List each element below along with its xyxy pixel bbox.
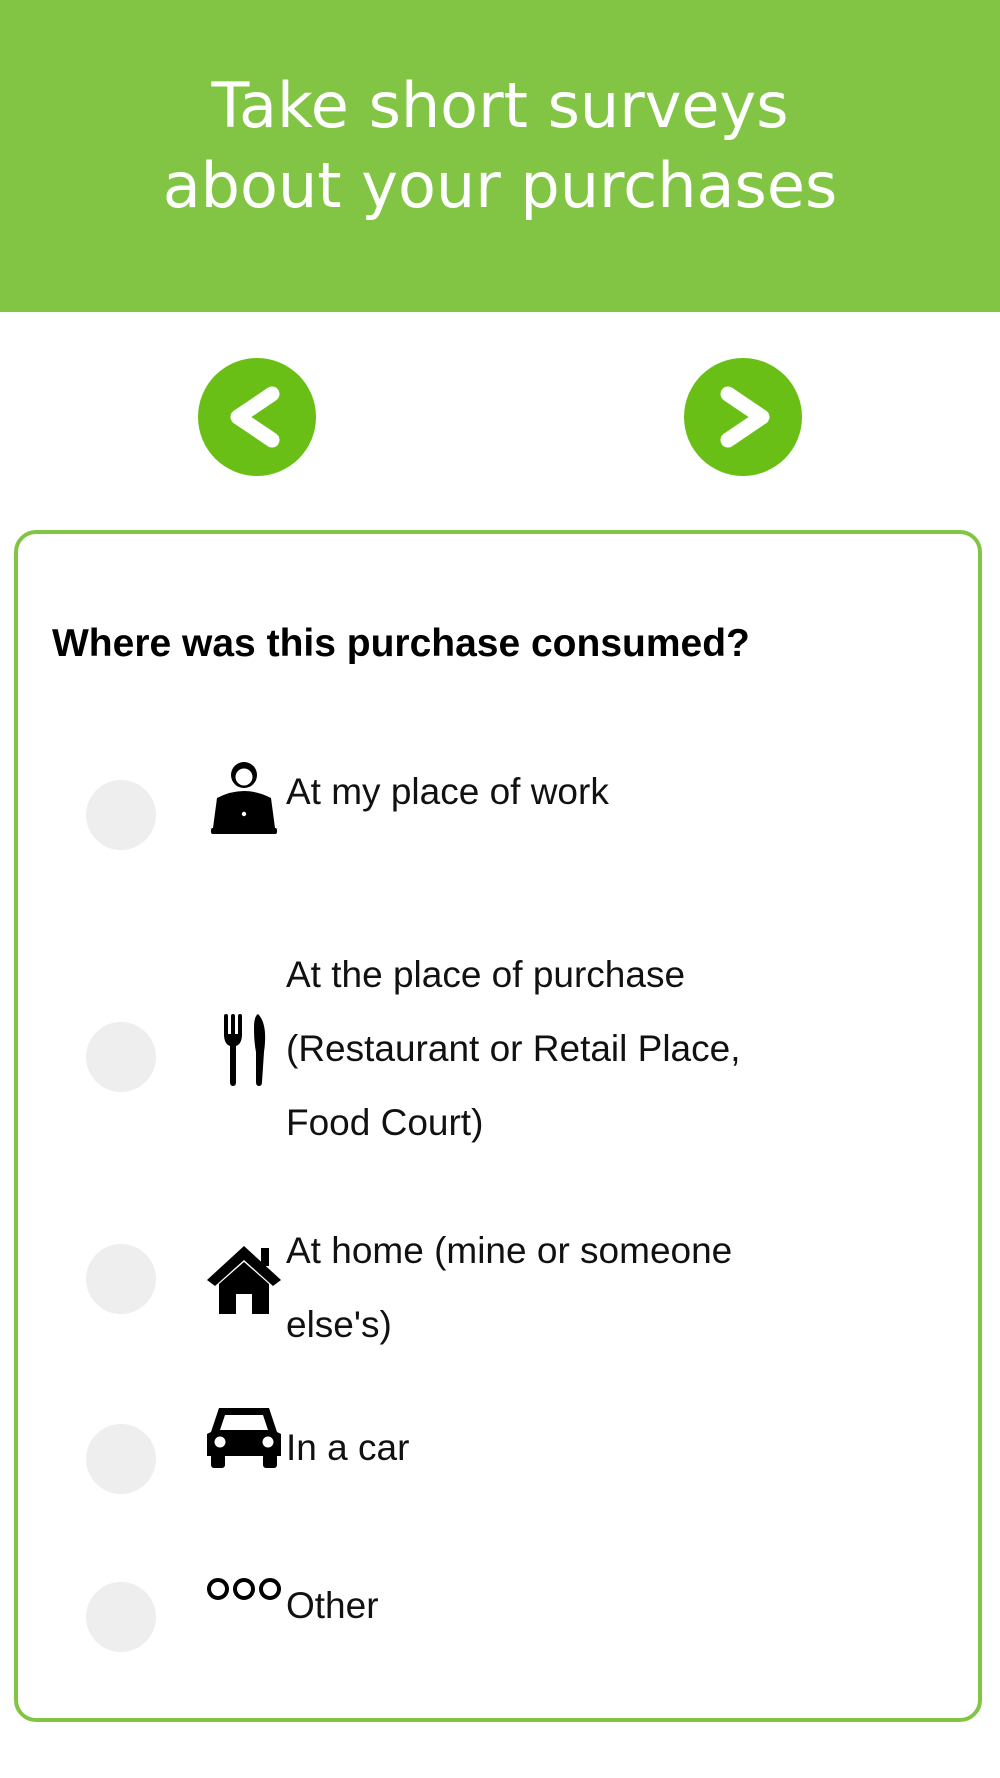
radio-button[interactable] bbox=[86, 1424, 156, 1494]
option-car[interactable]: In a car bbox=[18, 1404, 978, 1524]
option-label: At my place of work bbox=[286, 771, 609, 812]
radio-button[interactable] bbox=[86, 780, 156, 850]
ellipsis-circles-icon bbox=[202, 1576, 286, 1602]
chevron-right-icon bbox=[720, 386, 770, 448]
header-banner: Take short surveys about your purchases bbox=[0, 0, 1000, 312]
next-button[interactable] bbox=[684, 358, 802, 476]
radio-button[interactable] bbox=[86, 1582, 156, 1652]
home-icon bbox=[202, 1244, 286, 1316]
option-other[interactable]: Other bbox=[18, 1562, 978, 1682]
option-label: At the place of purchase (Restaurant or … bbox=[286, 954, 741, 1143]
fork-knife-icon bbox=[202, 1012, 286, 1088]
option-place-of-purchase[interactable]: At the place of purchase (Restaurant or … bbox=[18, 938, 978, 1164]
option-label: In a car bbox=[286, 1427, 410, 1468]
car-icon bbox=[202, 1404, 286, 1470]
chevron-left-icon bbox=[230, 386, 280, 448]
worker-laptop-icon bbox=[202, 756, 286, 836]
option-home[interactable]: At home (mine or someone else's) bbox=[18, 1214, 978, 1366]
option-label: At home (mine or someone else's) bbox=[286, 1230, 733, 1345]
banner-title: Take short surveys about your purchases bbox=[162, 69, 838, 222]
option-work[interactable]: At my place of work bbox=[18, 756, 978, 876]
radio-button[interactable] bbox=[86, 1022, 156, 1092]
previous-button[interactable] bbox=[198, 358, 316, 476]
question-text: Where was this purchase consumed? bbox=[52, 622, 750, 665]
survey-card: Where was this purchase consumed? At my … bbox=[14, 530, 982, 1722]
radio-button[interactable] bbox=[86, 1244, 156, 1314]
option-label: Other bbox=[286, 1585, 379, 1626]
